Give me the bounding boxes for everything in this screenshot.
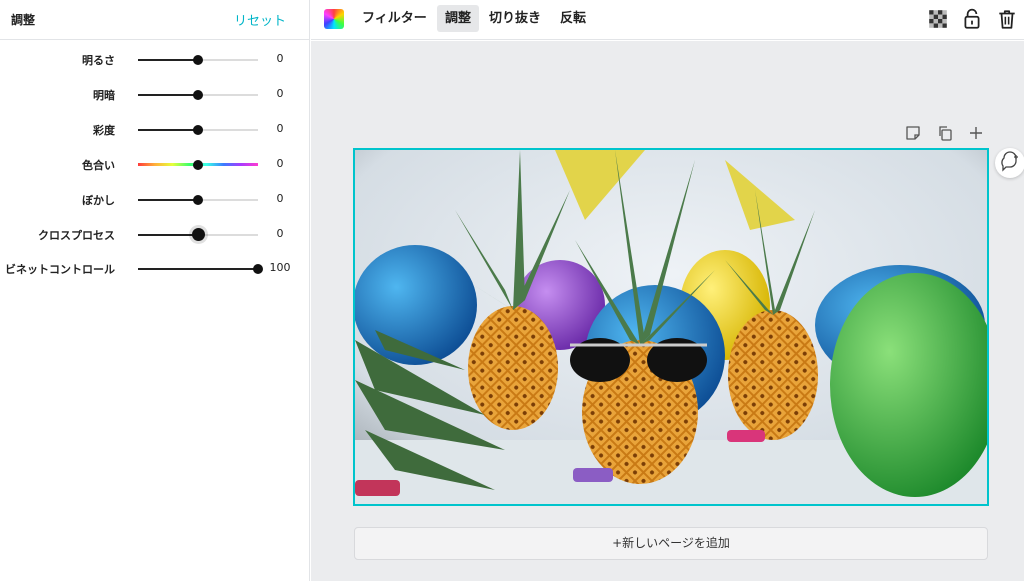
- adjust-panel-header: 調整 リセット: [0, 0, 310, 40]
- party-pineapples-image: [355, 150, 987, 504]
- slider-value: 0: [276, 227, 284, 240]
- slider-track[interactable]: [138, 195, 258, 205]
- slider-fill: [138, 199, 198, 201]
- slider-label: ぼかし: [82, 194, 115, 207]
- slider-fill: [138, 129, 198, 131]
- slider-vignette: ビネットコントロール 100: [0, 259, 310, 279]
- flip-button[interactable]: 反転: [552, 5, 594, 32]
- slider-thumb[interactable]: [193, 159, 203, 170]
- note-icon[interactable]: [904, 124, 922, 142]
- slider-value: 0: [276, 192, 284, 205]
- slider-track[interactable]: [138, 90, 258, 100]
- adjust-button[interactable]: 調整: [437, 5, 480, 32]
- slider-value: 0: [276, 87, 284, 100]
- slider-value: 0: [276, 157, 284, 170]
- slider-fill: [138, 59, 198, 61]
- slider-label: 色合い: [82, 159, 115, 172]
- slider-thumb[interactable]: [193, 90, 203, 100]
- color-picker-icon[interactable]: [324, 9, 344, 29]
- duplicate-icon[interactable]: [936, 124, 954, 142]
- slider-fill: [138, 94, 198, 96]
- panel-title: 調整: [11, 13, 36, 27]
- slider-contrast: 明暗 0: [0, 85, 310, 105]
- lock-icon[interactable]: [961, 8, 983, 30]
- slider-label: クロスプロセス: [38, 229, 115, 242]
- slider-label: 彩度: [93, 124, 115, 137]
- slider-label: 明暗: [93, 89, 115, 102]
- image-toolbar: フィルター 調整 切り抜き 反転: [311, 0, 1024, 40]
- slider-track[interactable]: [138, 55, 258, 65]
- slider-brightness: 明るさ 0: [0, 50, 310, 70]
- selected-photo[interactable]: [353, 148, 989, 506]
- hue-track[interactable]: [138, 159, 258, 170]
- slider-label: ビネットコントロール: [5, 263, 115, 276]
- add-page-button[interactable]: +新しいページを追加: [354, 527, 988, 560]
- transparency-icon[interactable]: [927, 8, 949, 30]
- slider-thumb[interactable]: [253, 264, 263, 274]
- slider-blur: ぼかし 0: [0, 190, 310, 210]
- plus-icon[interactable]: [967, 124, 985, 142]
- slider-thumb[interactable]: [193, 125, 203, 135]
- slider-hue: 色合い 0: [0, 155, 310, 175]
- slider-value: 100: [269, 261, 291, 274]
- reset-button[interactable]: リセット: [234, 10, 286, 29]
- crop-button[interactable]: 切り抜き: [481, 5, 549, 32]
- slider-value: 0: [276, 52, 284, 65]
- slider-thumb[interactable]: [193, 55, 203, 65]
- trash-icon[interactable]: [996, 8, 1018, 30]
- adjust-panel: 調整 リセット 明るさ 0 明暗 0 彩度 0 色合い 0 ぼかし 0 クロスプ…: [0, 0, 310, 581]
- slider-track[interactable]: [138, 228, 258, 241]
- slider-saturation: 彩度 0: [0, 120, 310, 140]
- filter-button[interactable]: フィルター: [354, 5, 435, 32]
- slider-value: 0: [276, 122, 284, 135]
- comment-add-icon[interactable]: [995, 148, 1024, 178]
- slider-track[interactable]: [138, 125, 258, 135]
- slider-fill: [138, 234, 198, 236]
- slider-cross-process: クロスプロセス 0: [0, 225, 310, 245]
- slider-fill: [138, 268, 258, 270]
- slider-thumb[interactable]: [193, 195, 203, 205]
- slider-label: 明るさ: [82, 54, 115, 67]
- slider-track[interactable]: [138, 264, 263, 274]
- slider-thumb[interactable]: [191, 228, 205, 241]
